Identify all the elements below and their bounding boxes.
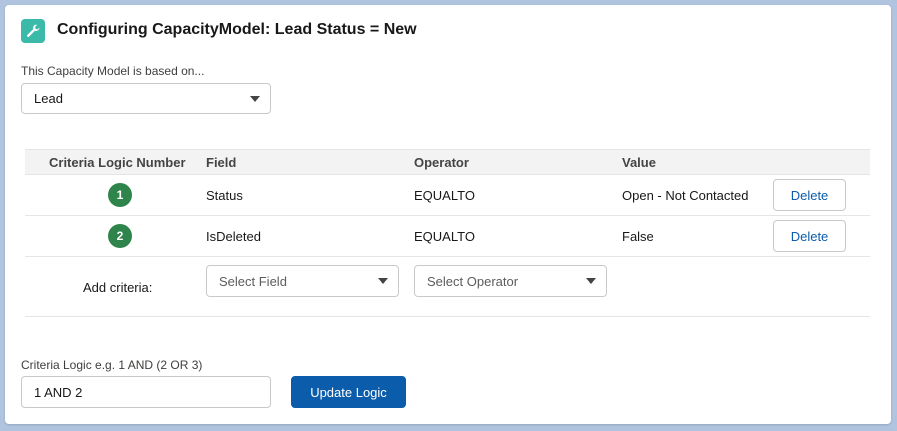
column-header-value: Value (622, 155, 656, 170)
capacity-model-card: Configuring CapacityModel: Lead Status =… (5, 5, 891, 424)
field-select-placeholder: Select Field (219, 273, 287, 289)
delete-button[interactable]: Delete (773, 220, 846, 252)
column-header-operator: Operator (414, 155, 469, 170)
delete-button[interactable]: Delete (773, 179, 846, 211)
table-header: Criteria Logic Number Field Operator Val… (25, 149, 870, 175)
row-field: Status (206, 188, 243, 203)
criteria-number-badge: 2 (108, 224, 132, 248)
criteria-logic-input[interactable]: 1 AND 2 (21, 376, 271, 408)
criteria-logic-label: Criteria Logic e.g. 1 AND (2 OR 3) (21, 358, 203, 372)
chevron-down-icon (378, 278, 388, 284)
object-select[interactable]: Lead (21, 83, 271, 114)
row-operator: EQUALTO (414, 229, 475, 244)
column-header-field: Field (206, 155, 237, 170)
based-on-label: This Capacity Model is based on... (21, 64, 205, 78)
operator-select-placeholder: Select Operator (427, 273, 519, 289)
wrench-icon (21, 19, 45, 43)
field-select[interactable]: Select Field (206, 265, 399, 297)
criteria-number-badge: 1 (108, 183, 132, 207)
table-row: 1 Status EQUALTO Open - Not Contacted De… (25, 175, 870, 216)
row-value: False (622, 229, 654, 244)
page-title: Configuring CapacityModel: Lead Status =… (57, 21, 417, 38)
chevron-down-icon (586, 278, 596, 284)
row-field: IsDeleted (206, 229, 261, 244)
table-row: 2 IsDeleted EQUALTO False Delete (25, 216, 870, 257)
criteria-table: Criteria Logic Number Field Operator Val… (25, 149, 870, 317)
add-criteria-row: Add criteria: Select Field Select Operat… (25, 257, 870, 317)
row-operator: EQUALTO (414, 188, 475, 203)
row-value: Open - Not Contacted (622, 188, 749, 203)
chevron-down-icon (250, 95, 260, 102)
column-header-number: Criteria Logic Number (49, 155, 186, 170)
operator-select[interactable]: Select Operator (414, 265, 607, 297)
add-criteria-label: Add criteria: (83, 280, 153, 295)
object-select-value: Lead (34, 91, 63, 106)
update-logic-button[interactable]: Update Logic (291, 376, 406, 408)
